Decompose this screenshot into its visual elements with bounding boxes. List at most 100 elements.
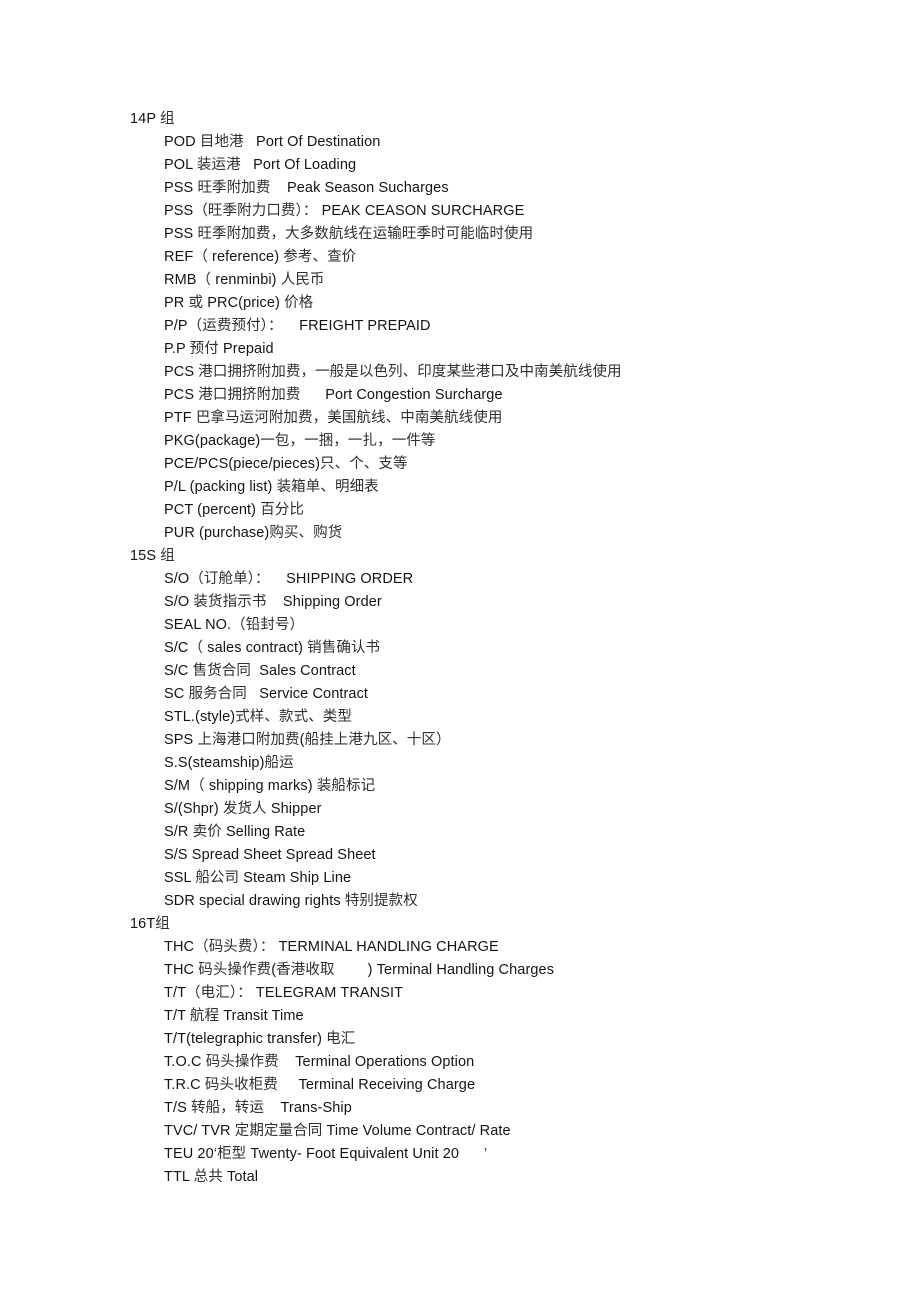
abbreviation-entry: SC 服务合同 Service Contract	[164, 686, 369, 702]
cjk-text: 船公司	[195, 870, 240, 886]
cjk-text: 装箱单、明细表	[276, 479, 379, 495]
cjk-text: ‘柜型	[213, 1146, 247, 1162]
abbreviation-entry: REF（ reference) 参考、查价	[164, 249, 357, 265]
cjk-text: 总共	[193, 1169, 223, 1185]
cjk-text: 一包，一捆，一扎，一件等	[260, 433, 436, 449]
cjk-text: 码头操作费	[198, 962, 272, 978]
abbreviation-entry: TEU 20‘柜型 Twenty- Foot Equivalent Unit 2…	[164, 1146, 488, 1162]
cjk-text: 旺季附加费，大多数航线在运输旺季时可能临时使用	[197, 226, 534, 242]
cjk-text: 特别提款权	[344, 893, 418, 909]
abbreviation-entry: SDR special drawing rights 特别提款权	[164, 893, 418, 909]
abbreviation-entry: TVC/ TVR 定期定量合同 Time Volume Contract/ Ra…	[164, 1123, 511, 1139]
cjk-text: 购买、购货	[269, 525, 343, 541]
abbreviation-entry: T/T(telegraphic transfer) 电汇	[164, 1031, 356, 1047]
cjk-text: （	[193, 249, 208, 265]
abbreviation-entry: PCS 港口拥挤附加费，一般是以色列、印度某些港口及中南美航线使用	[164, 364, 622, 380]
abbreviation-entry: S/C（ sales contract) 销售确认书	[164, 640, 381, 656]
document-page: 14P 组 POD 目地港 Port Of Destination POL 装运港 …	[0, 0, 920, 1303]
abbreviation-entry: S/O 装货指示书 Shipping Order	[164, 594, 382, 610]
cjk-text: 转船，转运	[191, 1100, 264, 1116]
abbreviation-entry: PCE/PCS(piece/pieces)只、个、支等	[164, 456, 408, 472]
abbreviation-entry: POD 目地港 Port Of Destination	[164, 134, 381, 150]
abbreviation-entry: PKG(package)一包，一捆，一扎，一件等	[164, 433, 436, 449]
cjk-text: （码头费）：	[194, 939, 275, 955]
cjk-text: 组	[159, 111, 175, 127]
abbreviation-entry: SEAL NO.（铅封号）	[164, 617, 305, 633]
abbreviation-section: 15S 组 S/O（订舱单）： SHIPPING ORDER S/O 装货指示书 S…	[130, 545, 860, 913]
cjk-text: 组	[155, 916, 170, 932]
cjk-text: （旺季附力口费）：	[193, 203, 318, 219]
cjk-text: （运费预付）：	[187, 318, 283, 334]
abbreviation-entry: RMB（ renminbi) 人民币	[164, 272, 325, 288]
abbreviation-entry: S/(Shpr) 发货人 Shipper	[164, 801, 322, 817]
cjk-text: （	[190, 778, 205, 794]
section-heading: 16T组	[130, 916, 170, 932]
cjk-text: 服务合同	[188, 686, 247, 702]
cjk-text: 香港收取	[276, 962, 335, 978]
cjk-text: 装货指示书	[193, 594, 267, 610]
abbreviation-entry: S/S Spread Sheet Spread Sheet	[164, 847, 376, 863]
cjk-text: 式样、款式、类型	[235, 709, 353, 725]
abbreviation-entry: PTF 巴拿马运河附加费，美国航线、中南美航线使用	[164, 410, 503, 426]
cjk-text: 港口拥挤附加费，一般是以色列、印度某些港口及中南美航线使用	[198, 364, 622, 380]
cjk-text: 装船标记	[316, 778, 376, 794]
cjk-text: 装运港	[196, 157, 241, 173]
abbreviation-list: POD 目地港 Port Of Destination POL 装运港 Port …	[130, 131, 860, 545]
cjk-text: 码头操作费	[205, 1054, 279, 1070]
abbreviation-entry: T/T（电汇）： TELEGRAM TRANSIT	[164, 985, 404, 1001]
abbreviation-entry: S/O（订舱单）： SHIPPING ORDER	[164, 571, 414, 587]
abbreviation-entry: PSS（旺季附力口费）： PEAK CEASON SURCHARGE	[164, 203, 525, 219]
abbreviation-entry: PR 或 PRC(price) 价格	[164, 295, 314, 311]
abbreviation-list: THC（码头费）： TERMINAL HANDLING CHARGE THC 码头…	[130, 936, 860, 1189]
section-heading: 15S 组	[130, 548, 175, 564]
cjk-text: 码头收柜费	[204, 1077, 278, 1093]
cjk-text: 百分比	[260, 502, 305, 518]
abbreviation-entry: PCS 港口拥挤附加费 Port Congestion Surcharge	[164, 387, 503, 403]
abbreviation-entry: PCT (percent) 百分比	[164, 502, 305, 518]
cjk-text: （订舱单）：	[189, 571, 270, 587]
abbreviation-entry: T/T 航程 Transit Time	[164, 1008, 304, 1024]
abbreviation-entry: STL.(style)式样、款式、类型	[164, 709, 353, 725]
cjk-text: 价格	[284, 295, 314, 311]
abbreviation-entry: P/L (packing list) 装箱单、明细表	[164, 479, 379, 495]
cjk-text: 组	[160, 548, 175, 564]
cjk-text: ’	[483, 1146, 488, 1162]
abbreviation-entry: SSL 船公司 Steam Ship Line	[164, 870, 352, 886]
abbreviation-entry: THC 码头操作费(香港收取 ) Terminal Handling Charg…	[164, 962, 555, 978]
abbreviation-entry: PSS 旺季附加费，大多数航线在运输旺季时可能临时使用	[164, 226, 534, 242]
cjk-text: 船挂上港九区、十区）	[304, 732, 451, 748]
abbreviation-entry: P.P 预付 Prepaid	[164, 341, 274, 357]
abbreviation-section: 14P 组 POD 目地港 Port Of Destination POL 装运港 …	[130, 108, 860, 545]
cjk-text: 预付	[189, 341, 219, 357]
abbreviation-list: S/O（订舱单）： SHIPPING ORDER S/O 装货指示书 Shippi…	[130, 568, 860, 913]
cjk-text: 售货合同	[192, 663, 252, 679]
cjk-text: 巴拿马运河附加费，美国航线、中南美航线使用	[195, 410, 503, 426]
cjk-text: 定期定量合同	[234, 1123, 323, 1139]
cjk-text: 参考、查价	[283, 249, 357, 265]
cjk-text: 卖价	[192, 824, 222, 840]
cjk-text: 航程	[189, 1008, 220, 1024]
cjk-text: 销售确认书	[307, 640, 381, 656]
abbreviation-entry: TTL 总共 Total	[164, 1169, 259, 1185]
cjk-text: （	[188, 640, 204, 656]
cjk-text: （电汇）：	[186, 985, 252, 1001]
cjk-text: 只、个、支等	[320, 456, 408, 472]
document-body: 14P 组 POD 目地港 Port Of Destination POL 装运港 …	[130, 108, 860, 1189]
abbreviation-entry: P/P（运费预付）： FREIGHT PREPAID	[164, 318, 431, 334]
abbreviation-entry: S.S(steamship)船运	[164, 755, 294, 771]
abbreviation-entry: T.R.C 码头收柜费 Terminal Receiving Charge	[164, 1077, 476, 1093]
cjk-text: 港口拥挤附加费	[198, 387, 301, 403]
abbreviation-entry: SPS 上海港口附加费(船挂上港九区、十区）	[164, 732, 451, 748]
cjk-text: 电汇	[326, 1031, 356, 1047]
abbreviation-entry: THC（码头费）： TERMINAL HANDLING CHARGE	[164, 939, 499, 955]
abbreviation-entry: S/C 售货合同 Sales Contract	[164, 663, 356, 679]
cjk-text: （	[196, 272, 212, 288]
abbreviation-entry: T/S 转船，转运 Trans-Ship	[164, 1100, 352, 1116]
cjk-text: 旺季附加费	[197, 180, 271, 196]
cjk-text: 发货人	[222, 801, 267, 817]
abbreviation-entry: PUR (purchase)购买、购货	[164, 525, 343, 541]
cjk-text: （铅封号）	[231, 617, 305, 633]
abbreviation-section: 16T组 THC（码头费）： TERMINAL HANDLING CHARGE TH…	[130, 913, 860, 1189]
cjk-text: 上海港口附加费	[197, 732, 300, 748]
abbreviation-entry: POL 装运港 Port Of Loading	[164, 157, 357, 173]
